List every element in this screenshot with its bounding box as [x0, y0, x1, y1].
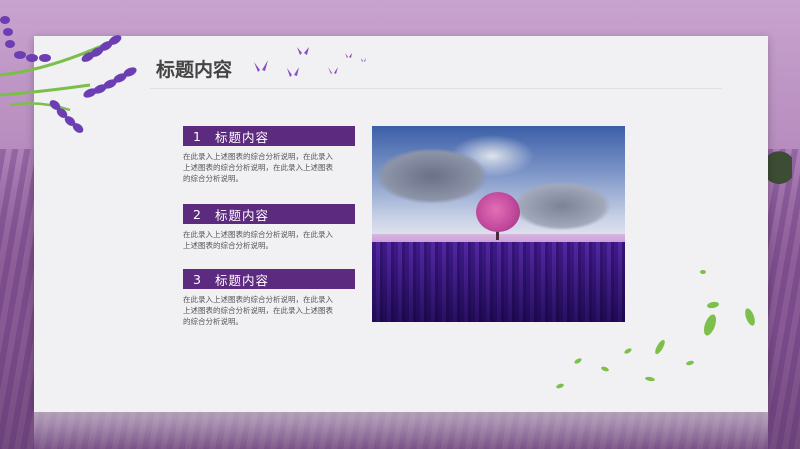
- section-heading: 标题内容: [215, 207, 270, 223]
- butterflies-icon: [254, 47, 366, 77]
- body-line: 的综合分析说明。: [183, 174, 243, 183]
- section-number: 3: [193, 271, 201, 287]
- section-body: 在此录入上述图表的综合分析说明，在此录入 上述图表的综合分析说明。: [183, 229, 355, 251]
- title-divider: [150, 88, 722, 89]
- photo-tree: [476, 192, 520, 232]
- section-heading-bar: 2 标题内容: [183, 204, 355, 224]
- body-line: 在此录入上述图表的综合分析说明，在此录入: [183, 230, 333, 239]
- leaves-icon: [556, 270, 755, 389]
- page-title: 标题内容: [156, 59, 233, 81]
- section-heading-bar: 1 标题内容: [183, 126, 355, 146]
- section-number: 2: [193, 206, 201, 222]
- body-line: 上述图表的综合分析说明，在此录入上述图表: [183, 306, 333, 315]
- background-tree: [766, 150, 792, 194]
- lavender-sprig-icon: [0, 16, 137, 133]
- section-body: 在此录入上述图表的综合分析说明，在此录入 上述图表的综合分析说明，在此录入上述图…: [183, 151, 355, 184]
- section-body: 在此录入上述图表的综合分析说明，在此录入 上述图表的综合分析说明，在此录入上述图…: [183, 294, 355, 327]
- card-reflection: [34, 412, 768, 449]
- section-number: 1: [193, 128, 201, 144]
- body-line: 的综合分析说明。: [183, 317, 243, 326]
- section-heading: 标题内容: [215, 272, 270, 288]
- body-line: 在此录入上述图表的综合分析说明，在此录入: [183, 152, 333, 161]
- body-line: 上述图表的综合分析说明。: [183, 241, 273, 250]
- body-line: 在此录入上述图表的综合分析说明，在此录入: [183, 295, 333, 304]
- section-3: 3 标题内容 在此录入上述图表的综合分析说明，在此录入 上述图表的综合分析说明，…: [183, 269, 355, 327]
- section-2: 2 标题内容 在此录入上述图表的综合分析说明，在此录入 上述图表的综合分析说明。: [183, 204, 355, 251]
- section-heading: 标题内容: [215, 129, 270, 145]
- body-line: 上述图表的综合分析说明，在此录入上述图表: [183, 163, 333, 172]
- section-1: 1 标题内容 在此录入上述图表的综合分析说明，在此录入 上述图表的综合分析说明，…: [183, 126, 355, 184]
- section-heading-bar: 3 标题内容: [183, 269, 355, 289]
